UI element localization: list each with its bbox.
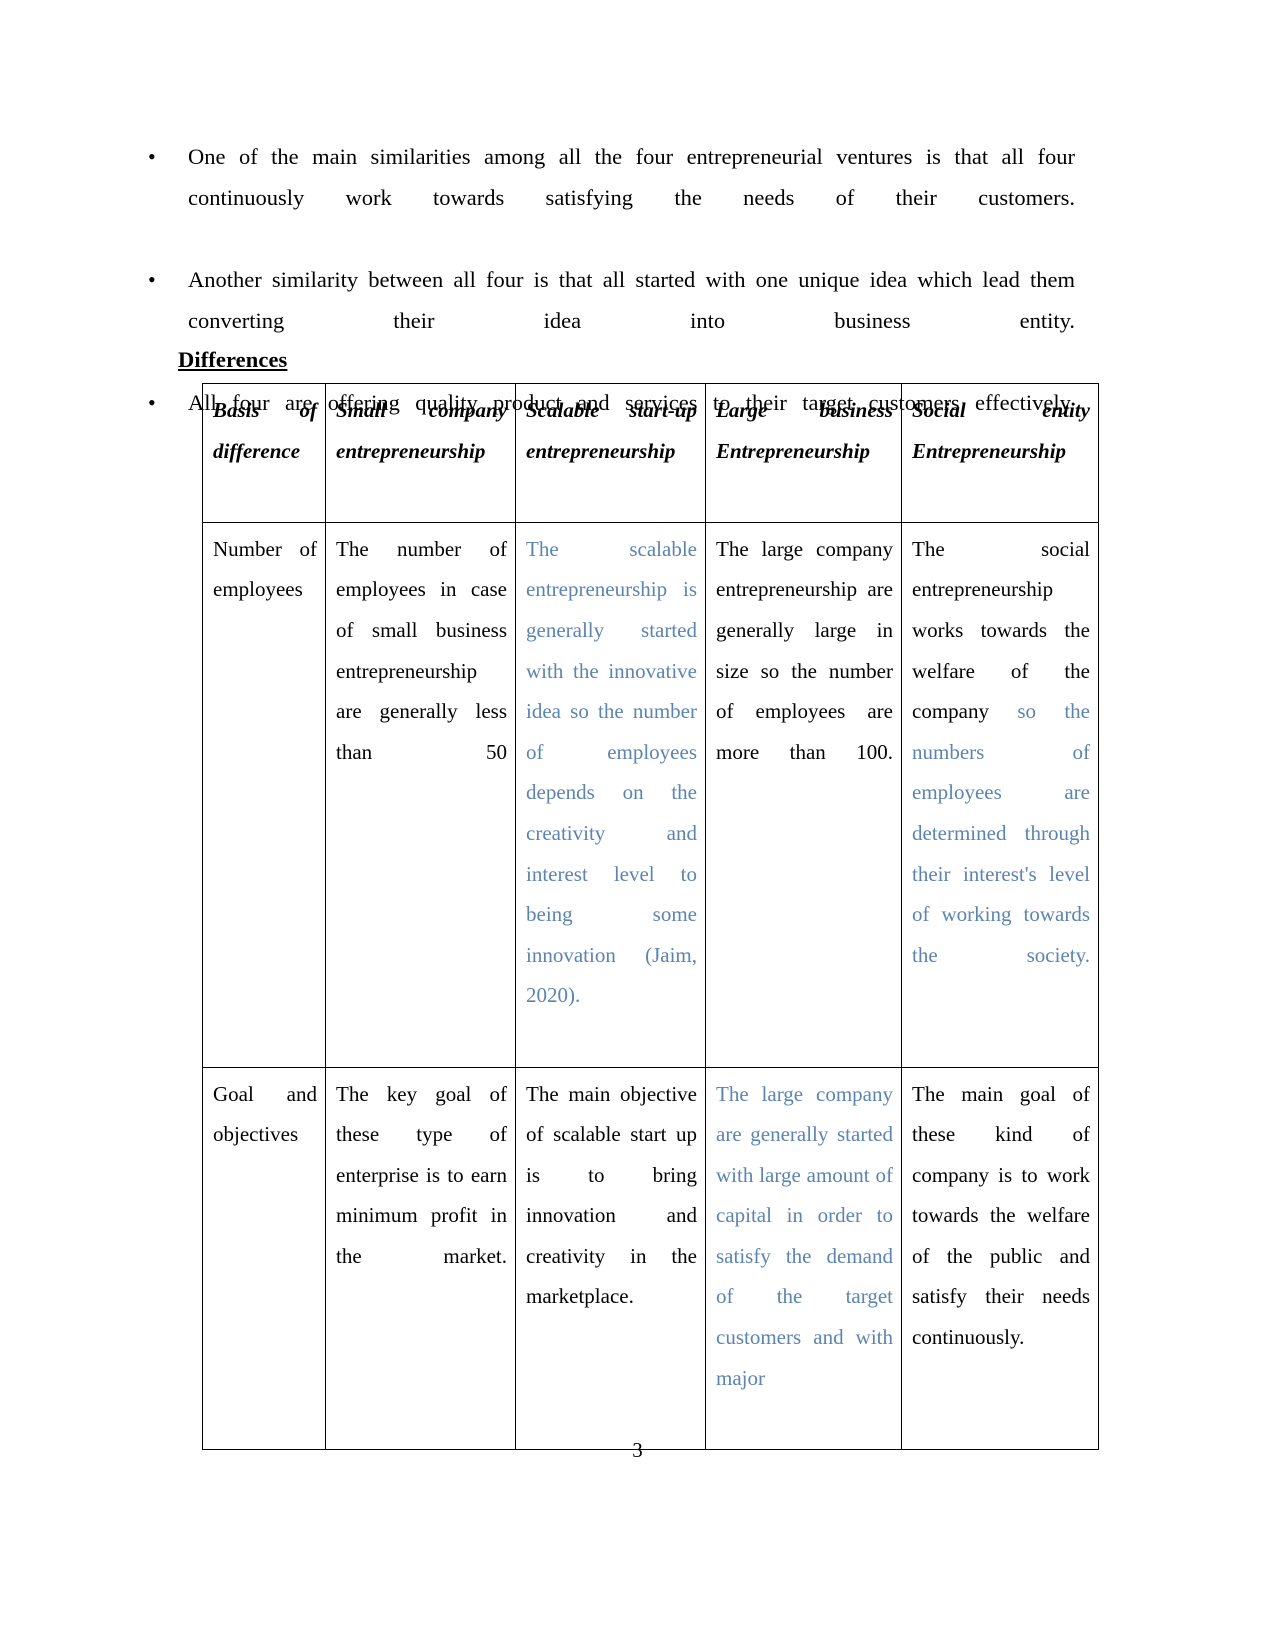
cell-social-entity-employees: The social entrepreneurship works toward… <box>901 521 1099 1068</box>
column-header-small-company: Small company entrepreneurship <box>325 383 516 523</box>
table-row: Number of employees The number of employ… <box>202 521 1099 1068</box>
bullet-icon: • <box>148 267 156 292</box>
cell-scalable-startup-goal: The main objective of scalable start up … <box>515 1066 706 1450</box>
document-page: • One of the main similarities among all… <box>0 0 1275 1651</box>
cell-scalable-startup-employees: The scalable entrepreneurship is general… <box>515 521 706 1068</box>
page-number: 3 <box>632 1438 643 1462</box>
column-header-social-entity: Social entity Entrepreneurship <box>901 383 1099 523</box>
bullet-text: One of the main similarities among all t… <box>188 144 1075 210</box>
bullet-icon: • <box>148 390 156 415</box>
bullet-icon: • <box>148 144 156 169</box>
cell-small-company-employees: The number of employees in case of small… <box>325 521 516 1068</box>
differences-table: Basis of difference Small company entrep… <box>202 383 1099 1450</box>
section-heading-differences: Differences <box>178 347 288 372</box>
column-header-basis: Basis of difference <box>202 383 326 523</box>
cell-basis-number-of-employees: Number of employees <box>202 521 326 1068</box>
list-item: • One of the main similarities among all… <box>140 136 1075 259</box>
table-row: Goal and objectives The key goal of thes… <box>202 1066 1099 1450</box>
cell-social-entity-goal: The main goal of these kind of company i… <box>901 1066 1099 1450</box>
bullet-text: Another similarity between all four is t… <box>188 267 1075 333</box>
column-header-large-business: Large business Entrepreneurship <box>705 383 902 523</box>
cell-basis-goal-objectives: Goal and objectives <box>202 1066 326 1450</box>
cell-large-business-employees: The large company entrepreneurship are g… <box>705 521 902 1068</box>
social-entity-text-black: The social entrepreneurship works toward… <box>912 536 1090 724</box>
column-header-scalable-startup: Scalable start-up entrepreneurship <box>515 383 706 523</box>
cell-small-company-goal: The key goal of these type of enterprise… <box>325 1066 516 1450</box>
table-header-row: Basis of difference Small company entrep… <box>202 383 1099 523</box>
cell-large-business-goal: The large company are generally started … <box>705 1066 902 1450</box>
social-entity-text-blue: so the numbers of employees are determin… <box>912 699 1090 967</box>
